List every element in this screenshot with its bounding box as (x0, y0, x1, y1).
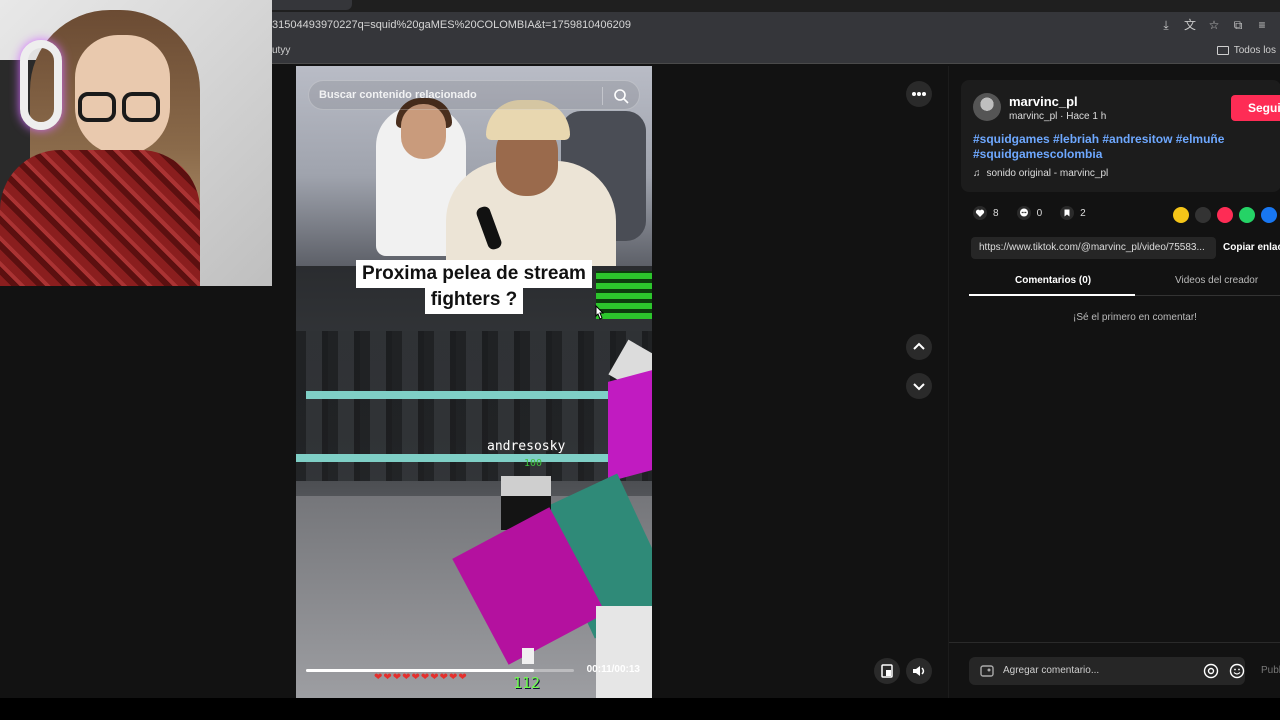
friends-share-icon[interactable] (1173, 207, 1189, 223)
tab-comments[interactable]: Comentarios (0) (1015, 275, 1091, 286)
address-bar[interactable]: 31504493970227q=squid%20gaMES%20COLOMBIA… (272, 12, 1280, 40)
copy-link-button[interactable]: Copiar enlace (1223, 242, 1280, 253)
like-button[interactable]: 8 (973, 206, 999, 220)
player-nametag: andresosky (487, 439, 566, 454)
comment-bar: Agregar comentario... Publicar (949, 642, 1280, 698)
star-icon[interactable]: ☆ (1206, 17, 1222, 33)
video-player[interactable]: andresosky 100 Buscar contenido relacion… (296, 66, 652, 698)
bookmark-icon (1060, 206, 1075, 220)
comment-button[interactable]: 0 (1016, 206, 1043, 220)
publish-button[interactable]: Publicar (1261, 665, 1280, 676)
send-icon[interactable] (1217, 207, 1233, 223)
pip-button[interactable] (874, 658, 900, 684)
comment-icon (1016, 206, 1031, 220)
embed-icon[interactable] (1195, 207, 1211, 223)
like-count: 8 (993, 207, 999, 219)
hud-hearts: ❤❤❤❤❤❤❤❤❤❤ (374, 672, 468, 683)
save-count: 2 (1080, 207, 1086, 219)
translate-icon[interactable]: 文 (1182, 17, 1198, 33)
active-tab-indicator (969, 294, 1135, 296)
chevron-down-icon (913, 383, 925, 391)
volume-button[interactable] (906, 658, 932, 684)
volume-icon (913, 666, 925, 676)
comment-input[interactable]: Agregar comentario... (969, 657, 1245, 685)
media-icon[interactable]: ≡ (1254, 17, 1270, 33)
all-bookmarks-label: Todos los (1233, 45, 1276, 56)
progress-fill (306, 669, 534, 672)
next-video-button[interactable] (906, 373, 932, 399)
comment-placeholder: Agregar comentario... (1003, 665, 1100, 676)
player-health: 100 (524, 458, 543, 469)
more-icon (912, 92, 926, 96)
empty-comments-message: ¡Sé el primero en comentar! (1073, 312, 1197, 323)
hashtags[interactable]: #squidgames #lebriah #andresitow #elmuñe… (973, 132, 1263, 162)
details-panel: marvinc_pl marvinc_pl · Hace 1 h Seguir … (948, 66, 1280, 698)
browser-tab[interactable] (272, 0, 352, 10)
comment-count: 0 (1036, 207, 1043, 219)
hud-level: 112 (513, 674, 541, 692)
facebook-icon[interactable] (1261, 207, 1277, 223)
previous-video-button[interactable] (906, 334, 932, 360)
tab-strip (272, 0, 1280, 12)
caption-line-1: Proxima pelea de stream (356, 260, 592, 288)
panel-tabs: Comentarios (0) Videos del creador (969, 266, 1280, 296)
sound-label: sonido original - marvinc_pl (986, 168, 1109, 179)
music-note-icon: ♫ (973, 168, 981, 179)
webcam-overlay (0, 0, 272, 286)
save-button[interactable]: 2 (1060, 206, 1086, 220)
screen: 31504493970227q=squid%20gaMES%20COLOMBIA… (0, 0, 1280, 720)
share-icons (1173, 207, 1277, 223)
headset (20, 40, 62, 130)
extensions-icon[interactable]: ⧉ (1230, 17, 1246, 33)
whatsapp-icon[interactable] (1239, 207, 1255, 223)
chevron-up-icon (913, 342, 925, 350)
bookmarks-bar: utyy Todos los (272, 40, 1280, 64)
post-subtitle: marvinc_pl · Hace 1 h (1009, 111, 1107, 122)
related-search[interactable]: Buscar contenido relacionado (308, 80, 640, 110)
install-icon[interactable]: ⤓ (1158, 17, 1174, 33)
caption-line-2: fighters ? (424, 286, 524, 314)
mouse-cursor-icon (595, 304, 605, 320)
emoji-icon[interactable] (1229, 663, 1245, 679)
folder-icon (1216, 46, 1229, 55)
post-stats: 8 0 2 (973, 206, 1096, 220)
pip-icon (881, 664, 893, 678)
screen-bottom-bar (0, 698, 1280, 720)
emoji-sticker-icon[interactable] (979, 663, 995, 679)
username[interactable]: marvinc_pl (1009, 94, 1078, 109)
progress-bar[interactable] (306, 669, 574, 672)
related-search-placeholder: Buscar contenido relacionado (319, 89, 477, 101)
follow-button[interactable]: Seguir (1231, 95, 1280, 121)
bookmark-item[interactable]: utyy (272, 45, 290, 56)
heart-icon (973, 206, 987, 220)
more-options-button[interactable] (906, 81, 932, 107)
mention-icon[interactable] (1203, 663, 1219, 679)
all-bookmarks[interactable]: Todos los (1216, 45, 1276, 56)
address-bar-icons: ⤓ 文 ☆ ⧉ ≡ (1158, 17, 1270, 33)
tab-creator-videos[interactable]: Videos del creador (1175, 275, 1258, 286)
video-link-field[interactable]: https://www.tiktok.com/@marvinc_pl/video… (971, 237, 1216, 259)
search-icon[interactable] (613, 88, 629, 104)
video-time: 00:11/00:13 (586, 664, 640, 675)
url-text[interactable]: 31504493970227q=squid%20gaMES%20COLOMBIA… (272, 19, 631, 31)
avatar[interactable] (973, 93, 1001, 121)
sound-link[interactable]: ♫ sonido original - marvinc_pl (973, 168, 1108, 179)
